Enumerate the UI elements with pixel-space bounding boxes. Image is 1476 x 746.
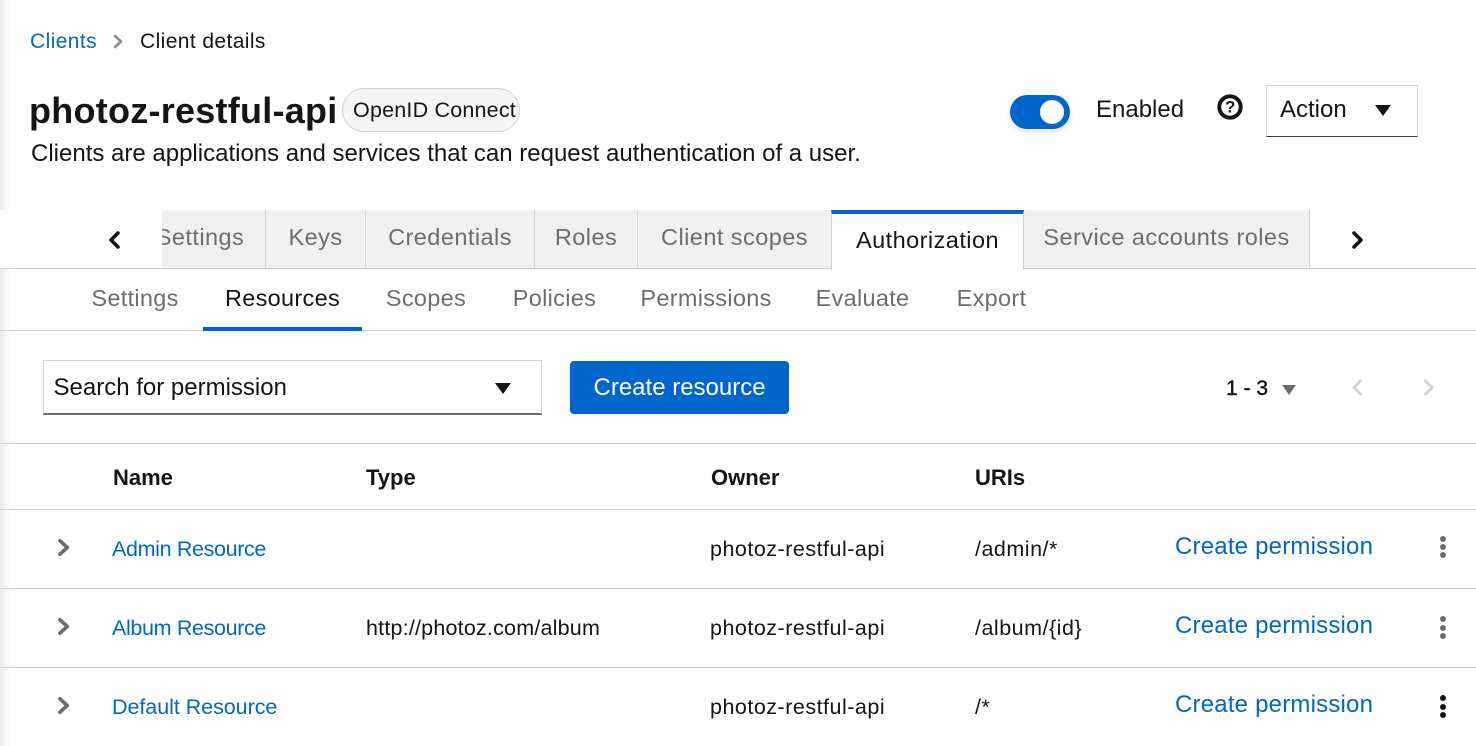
svg-text:?: ? [1225, 98, 1235, 117]
